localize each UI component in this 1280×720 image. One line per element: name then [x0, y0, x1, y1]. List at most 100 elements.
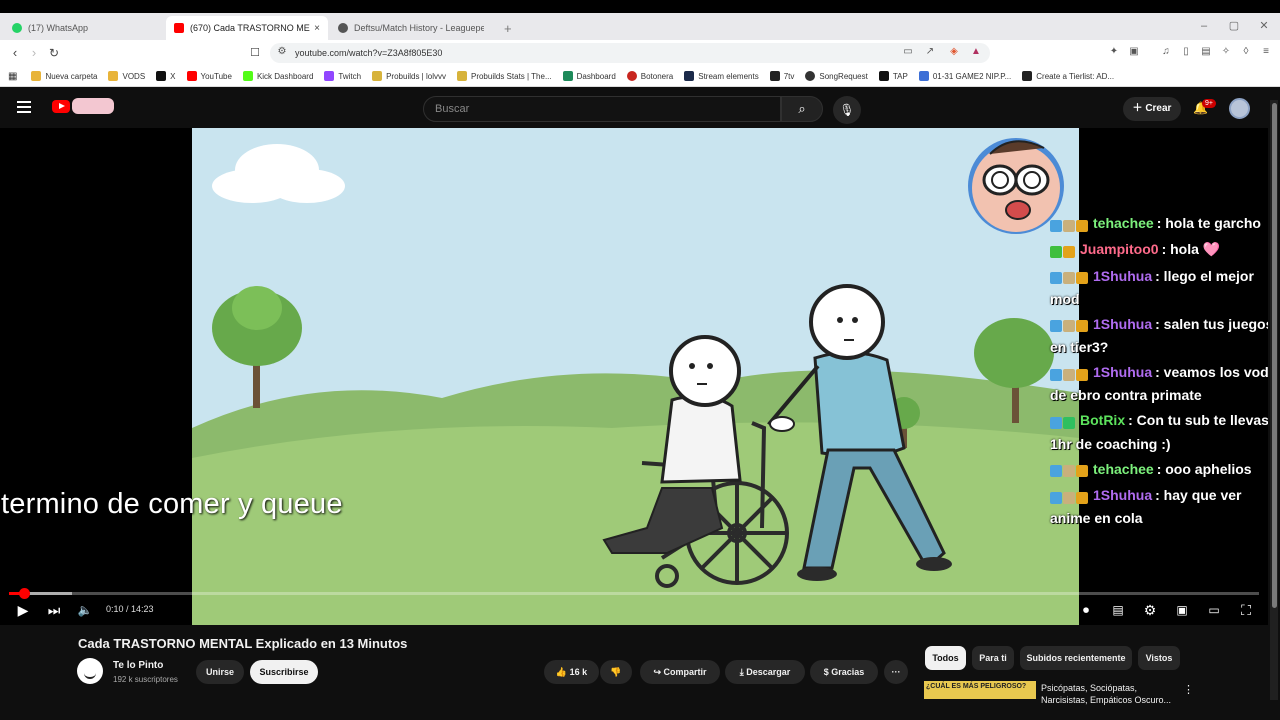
bookmark-item[interactable]: Botonera	[626, 71, 673, 81]
settings-icon[interactable]: ⚙	[1141, 603, 1159, 617]
more-actions-button[interactable]: ···	[884, 660, 908, 684]
bookmark-item[interactable]: SongRequest	[805, 71, 868, 81]
dislike-button[interactable]: 👎	[600, 660, 632, 684]
chip-watched[interactable]: Vistos	[1138, 646, 1180, 670]
reading-list-icon[interactable]: ▤	[1200, 46, 1212, 58]
bookmark-item[interactable]: TAP	[878, 71, 908, 81]
tierlist-icon	[1022, 71, 1033, 81]
maximize-button[interactable]: ▢	[1224, 13, 1244, 40]
youtube-logo-icon[interactable]	[52, 100, 70, 113]
share-button[interactable]: ↪ Compartir	[640, 660, 720, 684]
chip-recent[interactable]: Subidos recientemente	[1020, 646, 1132, 670]
subtitles-icon[interactable]: ▤	[1109, 603, 1127, 617]
theater-mode-icon[interactable]: ▭	[1205, 603, 1223, 617]
video-player[interactable]: tehachee: hola te garcho Juampitoo0: hola…	[0, 128, 1268, 625]
thanks-button[interactable]: $ Gracias	[810, 660, 878, 684]
badge-icon	[1050, 491, 1062, 504]
video-frame-illustration	[192, 128, 1079, 625]
badge-icon	[1063, 320, 1075, 333]
menu-icon[interactable]: ≡	[1260, 46, 1272, 58]
bookmark-label: SongRequest	[819, 71, 868, 81]
channel-name[interactable]: Te lo Pinto	[113, 660, 163, 671]
tab-whatsapp[interactable]: (17) WhatsApp	[4, 16, 166, 40]
bookmark-item[interactable]: 01-31 GAME2 NIP.P...	[918, 71, 1011, 81]
bookmark-item[interactable]: X	[156, 71, 176, 81]
next-icon[interactable]: ⏭	[45, 603, 63, 617]
avatar[interactable]	[1229, 98, 1250, 119]
chat-badges	[1050, 411, 1076, 433]
bookmark-item[interactable]: Create a Tierlist: AD...	[1022, 71, 1114, 81]
browser-tab-strip: (17) WhatsApp (670) Cada TRASTORNO MENTA…	[0, 13, 1280, 40]
vpn-icon[interactable]: ◊	[1240, 46, 1252, 58]
extensions-icon[interactable]: ✦	[1108, 46, 1120, 58]
create-button[interactable]: ＋ Crear	[1123, 97, 1181, 121]
like-button[interactable]: 👍 16 k	[544, 660, 599, 684]
minimize-button[interactable]: –	[1194, 13, 1214, 40]
bookmark-item[interactable]: YouTube	[186, 71, 232, 81]
share-icon[interactable]: ↗	[924, 46, 936, 58]
back-icon[interactable]: ‹	[7, 45, 23, 61]
forward-icon[interactable]: ›	[26, 45, 42, 61]
bookmark-label: Kick Dashboard	[256, 71, 314, 81]
chat-message: 1Shuhua: veamos los vods de ebro contra …	[1050, 361, 1268, 406]
download-button[interactable]: ⤓ Descargar	[725, 660, 805, 684]
related-video-thumbnail[interactable]: ¿CUÁL ES MÁS PELIGROSO?	[924, 681, 1036, 699]
reload-icon[interactable]: ↻	[46, 45, 62, 61]
site-info-icon[interactable]: ⚙	[276, 46, 288, 58]
miniplayer-icon[interactable]: ▣	[1173, 603, 1191, 617]
progress-scrubber[interactable]	[18, 588, 30, 599]
scrollbar-thumb[interactable]	[1272, 103, 1277, 608]
badge-icon	[1063, 491, 1075, 504]
bookmark-item[interactable]: Kick Dashboard	[242, 71, 314, 81]
rewards-icon[interactable]: ▲	[970, 46, 982, 58]
bookmark-item[interactable]: Stream elements	[684, 71, 759, 81]
bookmark-item[interactable]: Nueva carpeta	[31, 71, 97, 81]
media-icon[interactable]: ♫	[1160, 46, 1172, 58]
calendar-icon	[918, 71, 929, 81]
apps-grid-icon[interactable]: ▦	[8, 71, 17, 82]
channel-avatar[interactable]	[77, 658, 103, 684]
video-title: Cada TRASTORNO MENTAL Explicado en 13 Mi…	[78, 636, 408, 651]
close-window-button[interactable]: ✕	[1254, 13, 1274, 40]
bookmark-icon[interactable]: ☐	[247, 45, 263, 61]
search-input[interactable]: Buscar	[423, 96, 781, 122]
wallet-icon[interactable]: ▣	[1128, 46, 1140, 58]
badge-icon	[1050, 320, 1062, 333]
menu-icon[interactable]	[17, 101, 31, 113]
search-icon[interactable]: ⌕	[781, 96, 823, 122]
bookmark-item[interactable]: VODS	[108, 71, 145, 81]
related-video-title[interactable]: Psicópatas, Sociópatas, Narcisistas, Emp…	[1041, 682, 1176, 706]
progress-bar[interactable]	[9, 588, 1259, 599]
sidebar-icon[interactable]: ▯	[1180, 46, 1192, 58]
more-options-icon[interactable]: ⋮	[1183, 683, 1194, 696]
bookmark-item[interactable]: 7tv	[769, 71, 794, 81]
brave-shield-icon[interactable]: ◈	[948, 46, 960, 58]
subscribe-button[interactable]: Suscribirse	[250, 660, 318, 684]
logo-doodle-icon[interactable]	[72, 98, 114, 114]
join-button[interactable]: Unirse	[196, 660, 244, 684]
tab-leaguepedia[interactable]: Deftsu/Match History - Leaguepedia	[330, 16, 492, 40]
bookmark-item[interactable]: Dashboard	[562, 71, 616, 81]
cast-icon[interactable]: ▭	[902, 46, 914, 58]
new-tab-button[interactable]: +	[496, 16, 516, 40]
play-icon[interactable]: ▶	[14, 603, 32, 617]
fullscreen-icon[interactable]: ⛶	[1237, 603, 1255, 617]
ai-icon[interactable]: ✧	[1220, 46, 1232, 58]
microphone-icon[interactable]: 🎙	[833, 96, 861, 124]
bookmark-item[interactable]: Probuilds Stats | The...	[456, 71, 552, 81]
bookmark-item[interactable]: Probuilds | lolvvv	[372, 71, 446, 81]
badge-icon	[1076, 465, 1088, 478]
autoplay-toggle-icon[interactable]: ⏺	[1077, 603, 1095, 617]
bookmark-item[interactable]: Twitch	[324, 71, 361, 81]
tab-youtube-video[interactable]: (670) Cada TRASTORNO MENTAL ×	[166, 16, 328, 40]
youtube-icon	[174, 23, 184, 33]
url-field[interactable]: youtube.com/watch?v=Z3A8f805E30	[270, 43, 990, 63]
probuilds-icon	[456, 71, 467, 81]
close-tab-icon[interactable]: ×	[314, 23, 320, 34]
chip-all[interactable]: Todos	[925, 646, 966, 670]
volume-icon[interactable]: 🔈	[76, 603, 94, 617]
badge-icon	[1076, 320, 1088, 333]
address-toolbar: ‹ › ↻ ☐ youtube.com/watch?v=Z3A8f805E30 …	[0, 40, 1280, 66]
chip-for-you[interactable]: Para ti	[972, 646, 1014, 670]
folder-icon	[31, 71, 42, 81]
